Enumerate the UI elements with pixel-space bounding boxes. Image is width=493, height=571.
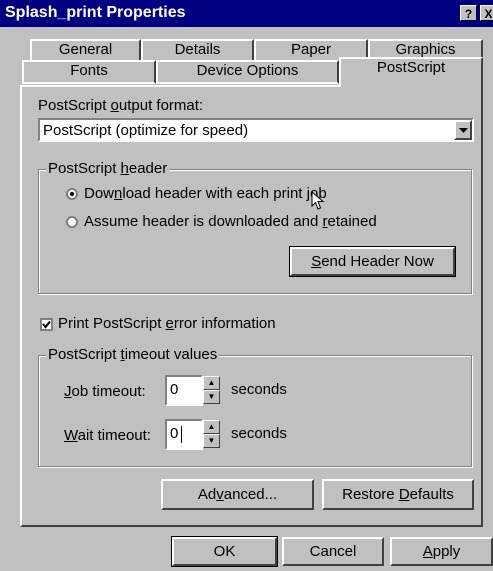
timeout-group-label: PostScript timeout values	[46, 346, 220, 363]
header-group-label: PostScript header	[46, 160, 170, 177]
tab-device-options[interactable]: Device Options	[156, 60, 339, 84]
spin-up-icon[interactable]: ▲	[203, 376, 220, 390]
apply-button[interactable]: Apply	[390, 537, 493, 566]
job-timeout-spinner[interactable]: ▲ ▼	[203, 376, 220, 405]
ok-button[interactable]: OK	[172, 537, 277, 566]
title-bar: Splash_print Properties ? X	[0, 0, 493, 27]
text-caret	[181, 426, 182, 443]
chevron-down-icon	[459, 128, 468, 133]
cancel-button[interactable]: Cancel	[282, 537, 384, 566]
download-header-radio[interactable]	[66, 188, 78, 200]
wait-timeout-label: Wait timeout:	[64, 427, 151, 444]
close-icon: X	[484, 7, 493, 21]
close-button[interactable]: X	[480, 5, 493, 21]
output-format-value: PostScript (optimize for speed)	[43, 122, 249, 139]
wait-timeout-input[interactable]: 0	[165, 419, 203, 450]
assume-header-radio[interactable]	[66, 216, 78, 228]
tab-general-label: General	[58, 41, 113, 58]
output-format-select[interactable]: PostScript (optimize for speed)	[38, 118, 474, 142]
output-format-label: PostScript output format:	[38, 97, 204, 114]
spin-up-icon[interactable]: ▲	[203, 420, 220, 434]
mouse-cursor-icon	[311, 191, 325, 210]
spin-down-icon[interactable]: ▼	[203, 390, 220, 404]
job-timeout-value: 0	[170, 381, 179, 398]
dropdown-button[interactable]	[454, 120, 472, 140]
wait-timeout-unit: seconds	[231, 425, 287, 442]
ok-label: OK	[213, 543, 236, 560]
tab-fonts[interactable]: Fonts	[22, 60, 156, 84]
tab-fonts-label: Fonts	[70, 62, 108, 79]
help-button[interactable]: ?	[460, 5, 477, 21]
download-header-label: Download header with each print job	[84, 185, 327, 202]
wait-timeout-value: 0	[170, 425, 179, 442]
tab-postscript[interactable]: PostScript	[339, 57, 483, 87]
checkmark-icon	[42, 320, 51, 329]
tab-postscript-label: PostScript	[376, 59, 446, 76]
tab-details[interactable]: Details	[141, 39, 254, 61]
window-title: Splash_print Properties	[5, 4, 186, 21]
job-timeout-label: Job timeout:	[64, 383, 146, 400]
job-timeout-unit: seconds	[231, 381, 287, 398]
advanced-button[interactable]: Advanced...	[161, 479, 314, 510]
tab-details-label: Details	[174, 41, 221, 58]
tab-general[interactable]: General	[30, 39, 141, 61]
radio-selected-dot	[70, 192, 74, 196]
assume-header-label: Assume header is downloaded and retained	[84, 213, 377, 230]
cancel-label: Cancel	[309, 543, 357, 560]
print-error-label: Print PostScript error information	[58, 315, 276, 332]
tab-device-options-label: Device Options	[196, 62, 299, 79]
tab-paper-label: Paper	[290, 41, 332, 58]
restore-defaults-button[interactable]: Restore Defaults	[322, 479, 474, 510]
send-header-now-button[interactable]: Send Header Now	[290, 247, 455, 276]
tab-graphics-label: Graphics	[395, 41, 456, 58]
timeout-groupbox	[38, 355, 472, 467]
help-icon: ?	[464, 7, 473, 21]
print-error-checkbox[interactable]	[40, 318, 53, 331]
wait-timeout-spinner[interactable]: ▲ ▼	[203, 420, 220, 449]
spin-down-icon[interactable]: ▼	[203, 434, 220, 448]
job-timeout-input[interactable]: 0	[165, 375, 203, 406]
